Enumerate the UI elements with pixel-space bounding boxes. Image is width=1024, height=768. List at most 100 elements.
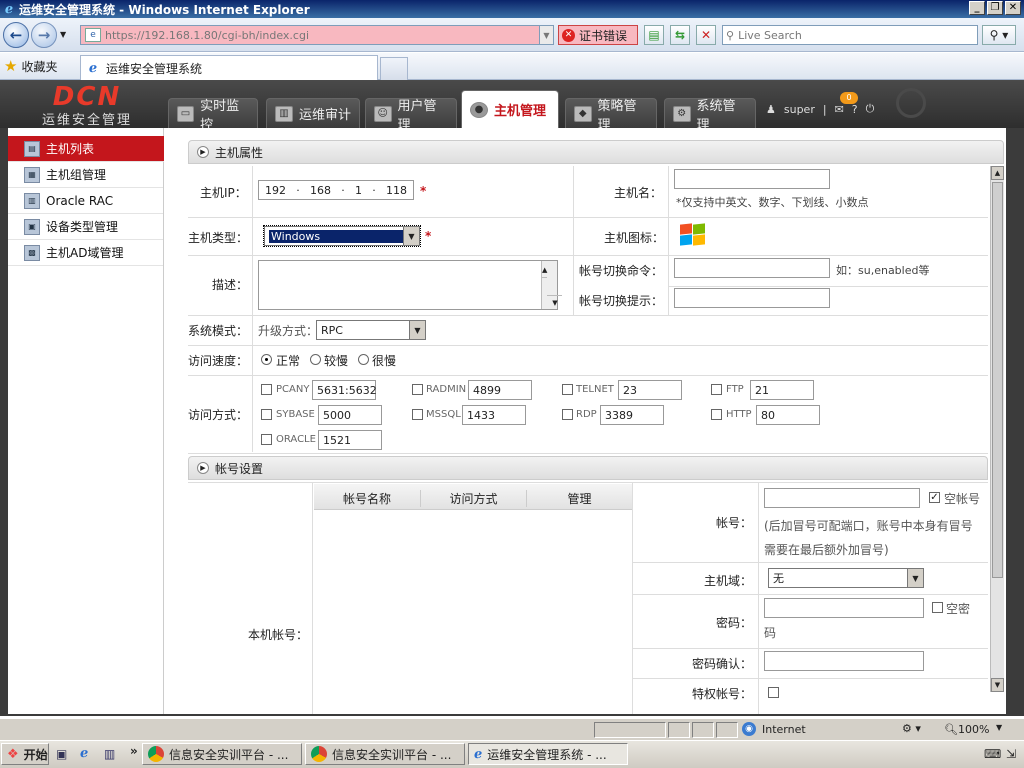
empty-account-checkbox[interactable]: ✓ (929, 492, 940, 503)
sidebar-item-device-type[interactable]: ▣ 设备类型管理 (8, 214, 163, 240)
mssql-port-input[interactable]: 1433 (462, 405, 526, 425)
refresh-icon[interactable]: ⇆ (670, 25, 690, 45)
main-scrollbar[interactable]: ▲ ▼ (990, 166, 1004, 692)
monitor-icon: ▭ (177, 105, 195, 122)
network-tray-icon[interactable]: ⇲ (1006, 747, 1016, 761)
search-input[interactable]: ⚲ Live Search (722, 25, 978, 45)
rdp-port-input[interactable]: 3389 (600, 405, 664, 425)
star-icon: ★ (4, 57, 18, 75)
telnet-port-input[interactable]: 23 (618, 380, 682, 400)
scroll-thumb[interactable] (992, 182, 1003, 578)
nav-realtime-monitor[interactable]: ▭ 实时监控 (168, 98, 258, 133)
show-desktop-icon[interactable]: ▣ (56, 747, 67, 761)
domain-select[interactable]: 无 ▼ (768, 568, 924, 588)
start-button[interactable]: ❖ 开始 (1, 743, 49, 765)
rdp-checkbox[interactable] (562, 409, 573, 420)
windows-flag-icon: ❖ (7, 746, 19, 762)
username[interactable]: super (784, 103, 815, 116)
speed-slow-radio[interactable] (310, 354, 321, 365)
search-button[interactable]: ⚲ ▾ (982, 25, 1016, 45)
ip-octet[interactable]: 1 (355, 184, 362, 197)
switch-prompt-input[interactable] (674, 288, 830, 308)
switch-command-input[interactable] (674, 258, 830, 278)
empty-password-checkbox[interactable] (932, 602, 943, 613)
scroll-up-icon[interactable]: ▲ (991, 166, 1004, 180)
history-dropdown-icon[interactable]: ▼ (60, 30, 66, 39)
taskbar-item-training-1[interactable]: 信息安全实训平台 - ... (142, 743, 302, 765)
quicklaunch-overflow-icon[interactable]: » (130, 744, 138, 758)
compatibility-icon[interactable]: ▤ (644, 25, 664, 45)
scroll-down-icon[interactable]: ▼ (991, 678, 1004, 692)
host-type-select[interactable]: Windows ▼ (263, 225, 421, 247)
address-bar[interactable]: e https://192.168.1.80/cgi-bh/index.cgi … (80, 25, 554, 45)
host-name-input[interactable] (674, 169, 830, 189)
ad-domain-icon: ▩ (24, 244, 40, 261)
back-button[interactable]: ← (3, 22, 29, 48)
oracle-checkbox[interactable] (261, 434, 272, 445)
account-settings-header[interactable]: ▶ 帐号设置 (188, 456, 988, 480)
oracle-port-input[interactable]: 1521 (318, 430, 382, 450)
logout-icon[interactable]: ⏻ (866, 102, 875, 116)
pcany-checkbox[interactable] (261, 384, 272, 395)
nav-system-management[interactable]: ⚙ 系统管理 (664, 98, 756, 133)
mssql-checkbox[interactable] (412, 409, 423, 420)
speed-normal-radio[interactable] (261, 354, 272, 365)
ip-octet[interactable]: 168 (310, 184, 331, 197)
textarea-scrollbar[interactable]: ▲ ▼ (541, 261, 563, 309)
ie-quicklaunch-icon[interactable]: ℯ (80, 746, 88, 761)
protected-mode-icon[interactable]: ⚙ ▾ (902, 722, 921, 735)
pcany-port-input[interactable]: 5631:5632 (312, 380, 377, 400)
ftp-checkbox[interactable] (711, 384, 722, 395)
certificate-error-button[interactable]: ✕ 证书错误 (558, 25, 638, 45)
address-dropdown-icon[interactable]: ▼ (539, 26, 553, 44)
radmin-port-input[interactable]: 4899 (468, 380, 532, 400)
keyboard-tray-icon[interactable]: ⌨ (984, 747, 1001, 761)
user-icon: ♟ (766, 102, 776, 116)
taskbar-item-ops-system[interactable]: ℯ 运维安全管理系统 - ... (468, 743, 628, 765)
stop-icon[interactable]: ✕ (696, 25, 716, 45)
favorites-button[interactable]: ★ 收藏夹 (4, 57, 57, 75)
upgrade-select[interactable]: RPC ▼ (316, 320, 426, 340)
sidebar-item-host-list[interactable]: ▤ 主机列表 (8, 136, 187, 162)
windows-logo-icon[interactable] (680, 223, 706, 246)
sybase-checkbox[interactable] (261, 409, 272, 420)
password-confirm-input[interactable] (764, 651, 924, 671)
nav-policy-management[interactable]: ◆ 策略管理 (565, 98, 657, 133)
speed-very-slow-radio[interactable] (358, 354, 369, 365)
zoom-level[interactable]: 100% (958, 723, 989, 736)
nav-user-management[interactable]: ☺ 用户管理 (365, 98, 457, 133)
privileged-account-checkbox[interactable] (768, 687, 779, 698)
help-icon[interactable]: ? (852, 103, 858, 116)
http-port-input[interactable]: 80 (756, 405, 820, 425)
new-tab-button[interactable] (380, 57, 408, 80)
ip-octet[interactable]: 118 (386, 184, 407, 197)
password-input[interactable] (764, 598, 924, 618)
server-manager-icon[interactable]: ▥ (104, 747, 115, 761)
mail-icon[interactable]: ✉ (835, 103, 844, 116)
minimize-button[interactable]: _ (969, 1, 985, 15)
domain-value: 无 (773, 572, 784, 585)
close-window-button[interactable]: ✕ (1005, 1, 1021, 15)
telnet-checkbox[interactable] (562, 384, 573, 395)
forward-button[interactable]: → (31, 22, 57, 48)
account-input[interactable] (764, 488, 920, 508)
nav-audit[interactable]: ▥ 运维审计 (266, 98, 360, 128)
sidebar-item-host-group[interactable]: ▦ 主机组管理 (8, 162, 163, 188)
host-ip-input[interactable]: 192 · 168 · 1 · 118 (258, 180, 414, 200)
sybase-port-input[interactable]: 5000 (318, 405, 382, 425)
sidebar-item-ad-domain[interactable]: ▩ 主机AD域管理 (8, 240, 163, 266)
sidebar-item-oracle-rac[interactable]: ▥ Oracle RAC (8, 188, 163, 214)
host-properties-header[interactable]: ▶ 主机属性 (188, 140, 1004, 164)
taskbar-item-training-2[interactable]: 信息安全实训平台 - ... (305, 743, 465, 765)
browser-tab[interactable]: ℯ 运维安全管理系统 (80, 55, 378, 80)
ip-octet[interactable]: 192 (265, 184, 286, 197)
nav-label: 策略管理 (597, 98, 637, 133)
ftp-port-input[interactable]: 21 (750, 380, 814, 400)
radmin-checkbox[interactable] (412, 384, 423, 395)
http-checkbox[interactable] (711, 409, 722, 420)
zoom-dropdown-icon[interactable]: ▼ (996, 723, 1002, 732)
maximize-button[interactable]: ❐ (987, 1, 1003, 15)
favorites-label: 收藏夹 (21, 59, 58, 74)
nav-host-management[interactable]: ● 主机管理 (461, 90, 559, 128)
description-textarea[interactable]: ▲ ▼ (258, 260, 563, 310)
